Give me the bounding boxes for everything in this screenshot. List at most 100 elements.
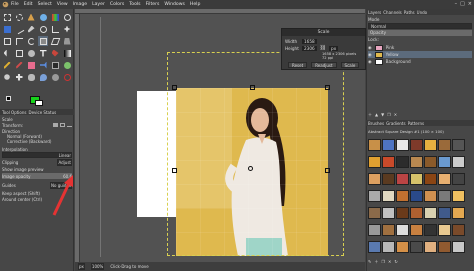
text-tool[interactable]	[38, 48, 48, 58]
pattern-swatch[interactable]	[410, 207, 423, 219]
duplicate-brush-icon[interactable]: ❐	[381, 259, 385, 265]
transform-handle-ne[interactable]	[325, 85, 330, 90]
menu-view[interactable]: View	[57, 2, 68, 7]
foreground-select-tool[interactable]	[2, 24, 12, 34]
move-tool[interactable]	[62, 24, 72, 34]
pencil-tool[interactable]	[2, 60, 12, 70]
pattern-swatch[interactable]	[424, 207, 437, 219]
fuzzy-select-tool[interactable]	[38, 12, 48, 22]
tab-gradients[interactable]: Gradients	[386, 121, 406, 126]
pattern-swatch[interactable]	[368, 173, 381, 185]
pattern-swatch[interactable]	[452, 224, 465, 236]
tab-patterns[interactable]: Patterns	[408, 121, 424, 126]
eraser-tool[interactable]	[26, 60, 36, 70]
unit-selector[interactable]: px	[78, 263, 85, 270]
pattern-swatch[interactable]	[438, 156, 451, 168]
cage-tool[interactable]	[14, 48, 24, 58]
zoom-tool[interactable]	[38, 24, 48, 34]
pattern-swatch[interactable]	[424, 139, 437, 151]
pattern-swatch[interactable]	[452, 156, 465, 168]
shear-tool[interactable]	[50, 36, 60, 46]
pattern-swatch[interactable]	[452, 241, 465, 253]
crop-tool[interactable]	[14, 36, 24, 46]
zoom-selector[interactable]: 100%	[90, 263, 105, 270]
pattern-swatch[interactable]	[382, 241, 395, 253]
smudge-tool[interactable]	[26, 72, 36, 82]
pattern-swatch[interactable]	[368, 224, 381, 236]
menu-layer[interactable]: Layer	[92, 2, 105, 7]
pattern-swatch[interactable]	[424, 156, 437, 168]
color-select-tool[interactable]	[50, 12, 60, 22]
pattern-swatch[interactable]	[410, 224, 423, 236]
pattern-swatch[interactable]	[396, 207, 409, 219]
tab-paths[interactable]: Paths	[404, 10, 415, 15]
pattern-swatch[interactable]	[368, 156, 381, 168]
pattern-swatch[interactable]	[396, 241, 409, 253]
scale-dialog-titlebar[interactable]: Scale	[282, 29, 365, 36]
pattern-swatch[interactable]	[396, 173, 409, 185]
menu-select[interactable]: Select	[38, 2, 52, 7]
maximize-button[interactable]: □	[460, 1, 465, 7]
delete-layer-icon[interactable]: ✕	[394, 112, 397, 117]
mypaint-brush-tool[interactable]	[62, 60, 72, 70]
scale-button[interactable]: Scale	[340, 62, 360, 68]
pattern-swatch[interactable]	[382, 156, 395, 168]
reset-button[interactable]: Reset	[288, 62, 308, 68]
pattern-swatch[interactable]	[424, 224, 437, 236]
pattern-swatch[interactable]	[424, 241, 437, 253]
show-preview-row[interactable]: Show image preview	[2, 166, 72, 172]
close-button[interactable]: ×	[468, 1, 472, 7]
default-colors-icon[interactable]	[6, 96, 11, 101]
ellipse-select-tool[interactable]	[14, 12, 24, 22]
paths-edit-tool[interactable]	[62, 72, 72, 82]
direction-corrective-option[interactable]: Corrective (Backward)	[2, 138, 72, 144]
menu-edit[interactable]: Edit	[24, 2, 33, 7]
opacity-slider[interactable]: Opacity	[368, 30, 472, 36]
tab-device-status[interactable]: Device Status	[28, 110, 56, 115]
free-select-tool[interactable]	[26, 12, 36, 22]
new-layer-icon[interactable]: ＋	[368, 112, 372, 117]
transform-handle-w[interactable]	[172, 168, 177, 173]
pattern-swatch[interactable]	[382, 190, 395, 202]
dodge-burn-tool[interactable]	[50, 72, 60, 82]
new-brush-icon[interactable]: ＋	[374, 259, 378, 265]
pattern-swatch[interactable]	[368, 139, 381, 151]
pattern-swatch[interactable]	[382, 224, 395, 236]
unit-select[interactable]: px	[329, 45, 339, 51]
layer-row-pink[interactable]: ◉ Pink	[368, 44, 472, 51]
transform-handle-center[interactable]	[248, 166, 253, 171]
pattern-swatch[interactable]	[410, 139, 423, 151]
paths-tool[interactable]	[14, 24, 24, 34]
perspective-tool[interactable]	[62, 36, 72, 46]
pattern-swatch[interactable]	[396, 156, 409, 168]
layer-row-yellow[interactable]: ◉ Yellow	[368, 51, 472, 58]
clone-tool[interactable]	[2, 72, 12, 82]
pattern-swatch[interactable]	[438, 207, 451, 219]
layer-row-background[interactable]: ◉ Background	[368, 58, 472, 65]
ink-tool[interactable]	[50, 60, 60, 70]
scissors-tool[interactable]	[62, 12, 72, 22]
refresh-brushes-icon[interactable]: ↻	[394, 259, 397, 265]
gradient-tool[interactable]	[62, 48, 72, 58]
pattern-swatch[interactable]	[452, 173, 465, 185]
bucket-fill-tool[interactable]	[50, 48, 60, 58]
menu-file[interactable]: File	[11, 2, 19, 7]
pattern-swatch[interactable]	[452, 139, 465, 151]
delete-brush-icon[interactable]: ✕	[388, 259, 391, 265]
readjust-button[interactable]: Readjust	[311, 62, 337, 68]
menu-windows[interactable]: Windows	[164, 2, 185, 7]
interpolation-select[interactable]: Linear	[2, 152, 72, 158]
duplicate-layer-icon[interactable]: ❐	[387, 112, 391, 117]
pattern-swatch[interactable]	[368, 241, 381, 253]
align-tool[interactable]	[2, 36, 12, 46]
pattern-swatch[interactable]	[410, 241, 423, 253]
airbrush-tool[interactable]	[38, 60, 48, 70]
pattern-swatch[interactable]	[382, 207, 395, 219]
transform-path-icon[interactable]	[67, 123, 72, 127]
pattern-swatch[interactable]	[452, 190, 465, 202]
visibility-eye-icon[interactable]: ◉	[368, 52, 372, 57]
pattern-swatch[interactable]	[438, 190, 451, 202]
pattern-swatch[interactable]	[410, 190, 423, 202]
menu-colors[interactable]: Colors	[110, 2, 124, 7]
pattern-swatch[interactable]	[410, 173, 423, 185]
